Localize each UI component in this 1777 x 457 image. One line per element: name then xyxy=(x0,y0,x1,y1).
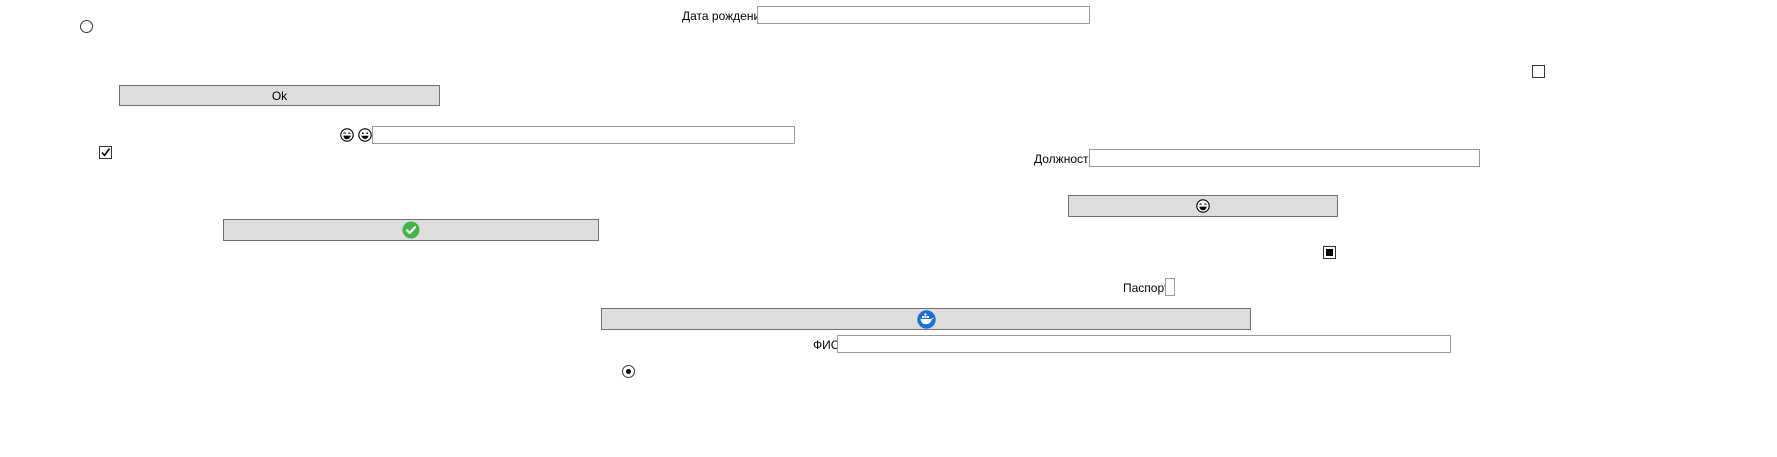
checkmark-icon xyxy=(101,148,111,157)
birth-date-label: Дата рождения xyxy=(682,9,767,23)
checkbox-left[interactable] xyxy=(99,146,112,159)
docker-whale-icon xyxy=(916,309,936,329)
birth-date-field[interactable] xyxy=(757,6,1090,24)
ok-button[interactable]: Ok xyxy=(119,85,440,106)
emoji-button[interactable] xyxy=(1068,195,1338,217)
position-field[interactable] xyxy=(1089,149,1480,167)
docker-button[interactable] xyxy=(601,308,1251,330)
position-label: Должность xyxy=(1034,152,1095,166)
checkbox-indeterminate[interactable] xyxy=(1323,246,1336,259)
grinning-face-icon xyxy=(340,128,354,142)
passport-field[interactable] xyxy=(1165,278,1175,296)
passport-label: Паспорт xyxy=(1123,281,1170,295)
laughing-face-icon xyxy=(1196,199,1210,213)
green-check-circle-icon xyxy=(402,221,420,239)
radio-option-bottom[interactable] xyxy=(622,365,635,378)
fio-field[interactable] xyxy=(837,335,1451,353)
radio-option-top[interactable] xyxy=(80,20,93,33)
smiling-face-icon xyxy=(358,128,372,142)
ok-button-label: Ok xyxy=(271,88,288,103)
emoji-text-field[interactable] xyxy=(372,126,795,144)
checkbox-top-right[interactable] xyxy=(1532,65,1545,78)
confirm-button[interactable] xyxy=(223,219,599,241)
